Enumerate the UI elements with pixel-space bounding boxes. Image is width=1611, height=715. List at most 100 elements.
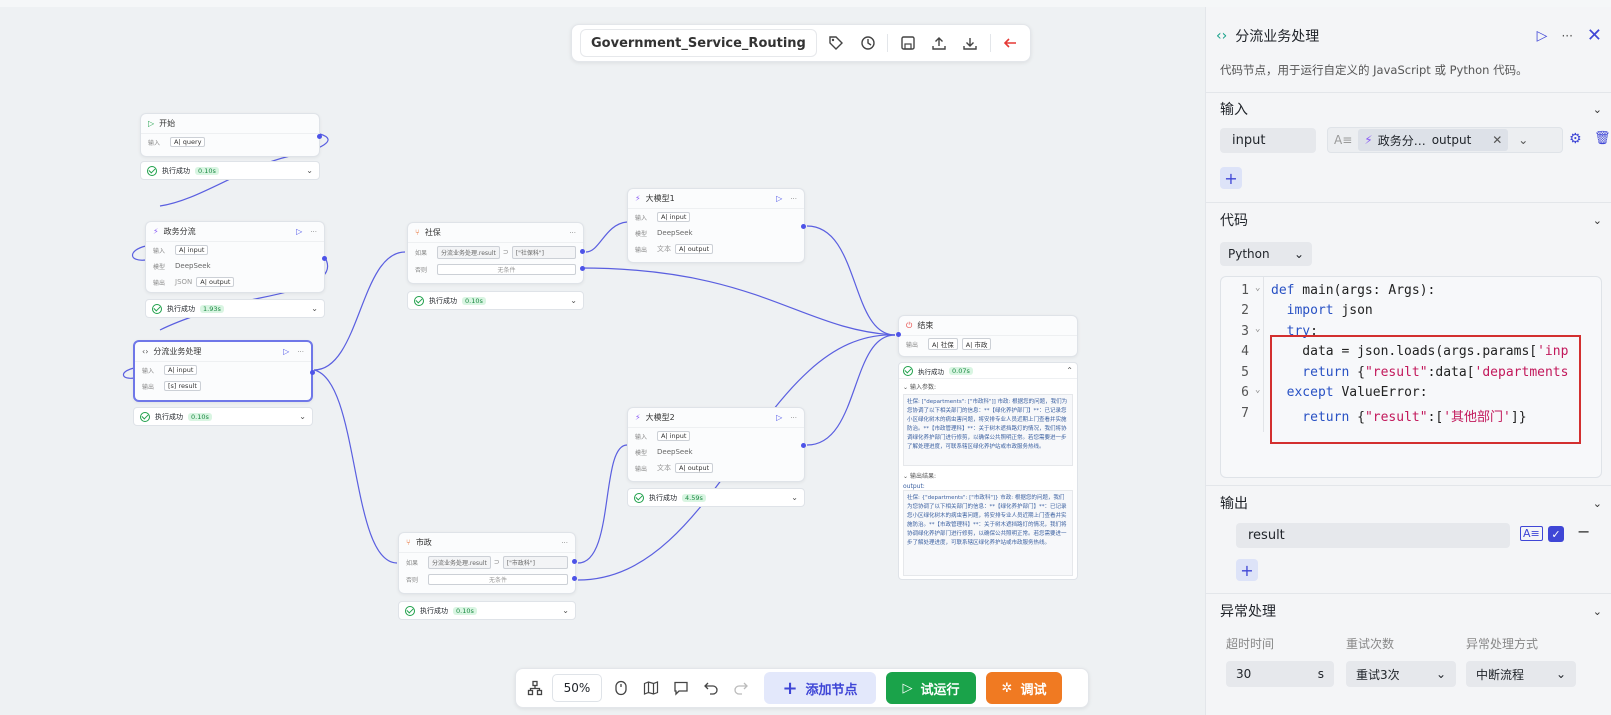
output-port[interactable]	[317, 134, 322, 139]
more-icon[interactable]: ···	[297, 348, 304, 356]
test-run-button[interactable]: ▷ 试运行	[886, 672, 976, 704]
node-gov-split[interactable]: ⚡ 政务分流 ▷ ··· 输入 A| input 模型 DeepSeek 输出 JSON A|…	[145, 221, 327, 293]
upload-icon[interactable]	[927, 30, 950, 56]
chevron-down-icon[interactable]: ⌄	[306, 166, 313, 175]
chevron-down-icon[interactable]: ⌄	[791, 493, 798, 502]
else-port[interactable]	[572, 576, 577, 581]
run-icon[interactable]: ▷	[776, 413, 782, 422]
collapse-icon[interactable]: ⌄	[903, 473, 910, 480]
input-port[interactable]	[896, 332, 901, 337]
chevron-down-icon[interactable]: ⌄	[1593, 214, 1602, 227]
output-result-box: 社保: {"departments": ["市政科"]} 市政: 根据您的问题，…	[903, 490, 1073, 576]
run-result-panel[interactable]: 执行成功 0.07s ⌃ ⌄ 输入参数: 社保: ["departments": […	[898, 362, 1078, 580]
more-icon[interactable]: ···	[310, 228, 317, 236]
type-icon[interactable]: A≡	[1520, 526, 1543, 541]
input-reference-select[interactable]: A≡ ⚡ 政务分… output ✕ ⌄	[1327, 127, 1563, 153]
add-input-button[interactable]: +	[1220, 167, 1242, 189]
layout-icon[interactable]	[522, 675, 548, 701]
input-label: 输入	[635, 433, 648, 441]
comment-icon[interactable]	[668, 675, 694, 701]
status-bar[interactable]: 执行成功 0.10s ⌄	[133, 407, 313, 426]
settings-icon[interactable]: ⚙	[1569, 131, 1582, 147]
output-port[interactable]	[801, 224, 806, 229]
collapse-icon[interactable]: ⌄	[903, 384, 910, 391]
code-editor[interactable]: 1 ⌄ def main(args: Args): 2 import json 3 ⌄…	[1220, 276, 1602, 478]
timeout-input[interactable]: 30 s	[1226, 661, 1334, 687]
debug-button[interactable]: ✲ 调试	[986, 672, 1062, 704]
output-section-header[interactable]: 输出 ⌄	[1220, 493, 1602, 513]
chevron-down-icon[interactable]: ⌄	[562, 606, 569, 615]
status-bar[interactable]: 执行成功 4.59s ⌄	[627, 488, 805, 507]
chevron-down-icon[interactable]: ⌄	[1593, 497, 1602, 510]
mouse-icon[interactable]	[608, 675, 634, 701]
else-port[interactable]	[580, 266, 585, 271]
more-icon[interactable]: ···	[1561, 29, 1572, 43]
clear-icon[interactable]: ✕	[1492, 133, 1502, 147]
output-port[interactable]	[322, 256, 327, 261]
delete-icon[interactable]: 🗑	[1594, 131, 1611, 146]
history-icon[interactable]	[856, 30, 879, 56]
run-icon[interactable]: ▷	[1537, 28, 1548, 44]
chevron-down-icon[interactable]: ⌄	[1518, 133, 1528, 147]
checkbox-icon[interactable]: ✓	[1548, 526, 1564, 542]
output-value: output	[687, 245, 710, 253]
back-arrow-icon[interactable]	[999, 30, 1022, 56]
node-social[interactable]: ⑂ 社保 ··· 如果 分流业务处理.result ⊃ ["社保科"] 否则 无条件	[407, 222, 585, 284]
input-section-title: 输入	[1220, 102, 1248, 118]
save-icon[interactable]	[896, 30, 919, 56]
workflow-name[interactable]: Government_Service_Routing	[580, 29, 817, 57]
more-icon[interactable]: ···	[790, 195, 797, 203]
model-value: DeepSeek	[657, 448, 693, 456]
node-llm1[interactable]: ⚡ 大模型1 ▷ ··· 输入 A| input 模型 DeepSeek 输出 文本 A| o…	[627, 188, 806, 263]
output-name-field[interactable]: result	[1236, 523, 1510, 548]
retry-select[interactable]: 重试3次 ⌄	[1346, 661, 1456, 687]
map-icon[interactable]	[638, 675, 664, 701]
if-port[interactable]	[572, 559, 577, 564]
add-node-label: 添加节点	[805, 682, 858, 698]
fold-icon[interactable]: ⌄	[1255, 385, 1260, 395]
chevron-down-icon[interactable]: ⌄	[311, 304, 318, 313]
status-bar[interactable]: 执行成功 0.10s ⌄	[407, 291, 584, 310]
chevron-up-icon[interactable]: ⌃	[1066, 366, 1073, 375]
if-port[interactable]	[580, 249, 585, 254]
fold-icon[interactable]: ⌄	[1255, 324, 1260, 334]
status-bar[interactable]: 执行成功 0.10s ⌄	[398, 601, 576, 620]
zoom-select[interactable]: 50%	[552, 674, 602, 702]
exception-section-header[interactable]: 异常处理 ⌄	[1220, 601, 1602, 621]
status-bar[interactable]: 执行成功 0.10s ⌄	[140, 161, 320, 180]
tag-icon[interactable]	[825, 30, 848, 56]
node-municipal[interactable]: ⑂ 市政 ··· 如果 分流业务处理.result ⊃ ["市政科"] 否则 无条件	[398, 532, 577, 594]
run-icon[interactable]: ▷	[776, 194, 782, 203]
close-icon[interactable]: ✕	[1587, 25, 1602, 46]
status-bar[interactable]: 执行成功 1.93s ⌄	[145, 299, 325, 318]
node-start[interactable]: ▷ 开始 输入 A| query	[140, 113, 322, 157]
add-node-button[interactable]: + 添加节点	[764, 672, 876, 704]
run-icon[interactable]: ▷	[283, 347, 289, 356]
undo-icon[interactable]	[698, 675, 724, 701]
code-section-header[interactable]: 代码 ⌄	[1220, 210, 1602, 230]
node-end[interactable]: ⏻ 结束 输出 A| 社保 A| 市政	[896, 315, 1078, 357]
code-icon: ‹›	[1216, 27, 1228, 44]
handling-select[interactable]: 中断流程 ⌄	[1466, 661, 1576, 687]
more-icon[interactable]: ···	[790, 414, 797, 422]
panel-title[interactable]: 分流业务处理	[1235, 26, 1319, 46]
chevron-down-icon[interactable]: ⌄	[1593, 103, 1602, 116]
node-llm2[interactable]: ⚡ 大模型2 ▷ ··· 输入 A| input 模型 DeepSeek 输出 文本 A| o…	[627, 407, 806, 482]
input-section-header[interactable]: 输入 ⌄	[1220, 99, 1602, 119]
chevron-down-icon[interactable]: ⌄	[1593, 605, 1602, 618]
run-icon[interactable]: ▷	[296, 227, 302, 236]
fold-icon[interactable]: ⌄	[1255, 283, 1260, 293]
chevron-down-icon[interactable]: ⌄	[299, 412, 306, 421]
more-icon[interactable]: ···	[561, 539, 568, 547]
download-icon[interactable]	[959, 30, 982, 56]
chevron-down-icon[interactable]: ⌄	[570, 296, 577, 305]
add-output-button[interactable]: +	[1236, 559, 1258, 581]
more-icon[interactable]: ···	[569, 229, 576, 237]
language-select[interactable]: Python ⌄	[1220, 242, 1312, 266]
redo-icon[interactable]	[728, 675, 754, 701]
output-port[interactable]	[310, 370, 315, 375]
remove-icon[interactable]: −	[1577, 522, 1590, 541]
node-biz-process[interactable]: ‹› 分流业务处理 ▷ ··· 输入 A| input 输出 [s] result	[133, 340, 315, 402]
output-port[interactable]	[801, 443, 806, 448]
input-name-field[interactable]: input	[1220, 128, 1316, 153]
